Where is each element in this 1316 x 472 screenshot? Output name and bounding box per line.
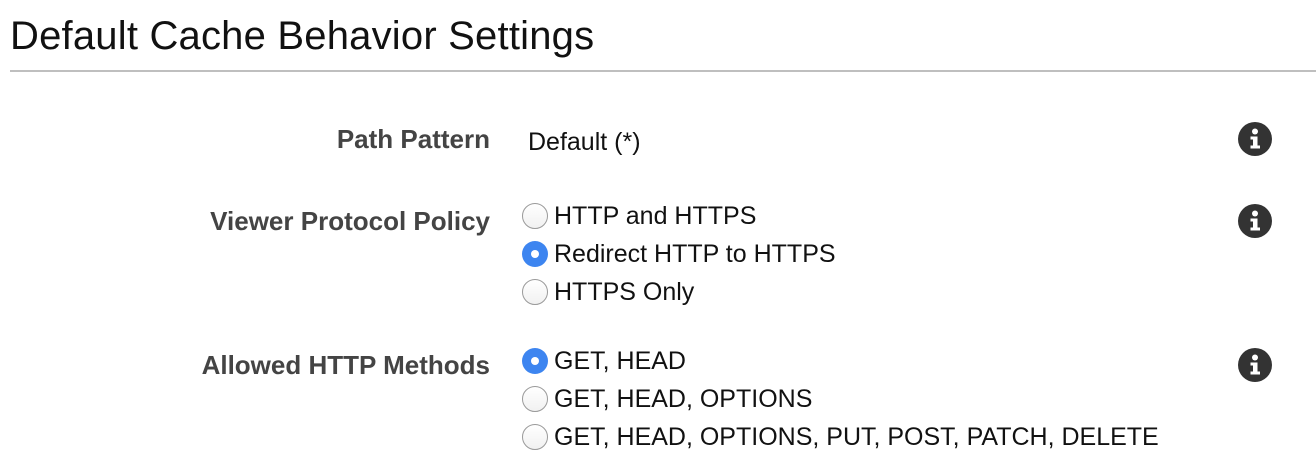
radio-button-selected[interactable] bbox=[522, 348, 548, 374]
radio-label: Redirect HTTP to HTTPS bbox=[554, 239, 836, 268]
section-title: Default Cache Behavior Settings bbox=[10, 14, 595, 58]
radio-button[interactable] bbox=[522, 203, 548, 229]
viewer-protocol-policy-radio-group: HTTP and HTTPS Redirect HTTP to HTTPS HT… bbox=[522, 197, 836, 311]
radio-label: HTTPS Only bbox=[554, 277, 695, 306]
radio-button[interactable] bbox=[522, 386, 548, 412]
radio-label: GET, HEAD, OPTIONS bbox=[554, 384, 813, 413]
path-pattern-info-icon[interactable] bbox=[1238, 122, 1272, 156]
radio-option-get-head[interactable]: GET, HEAD bbox=[522, 342, 1159, 380]
radio-button[interactable] bbox=[522, 424, 548, 450]
radio-option-redirect-http-to-https[interactable]: Redirect HTTP to HTTPS bbox=[522, 235, 836, 273]
radio-button[interactable] bbox=[522, 279, 548, 305]
radio-button-selected[interactable] bbox=[522, 241, 548, 267]
allowed-http-methods-radio-group: GET, HEAD GET, HEAD, OPTIONS GET, HEAD, … bbox=[522, 342, 1159, 456]
path-pattern-value: Default (*) bbox=[528, 128, 641, 156]
radio-option-https-only[interactable]: HTTPS Only bbox=[522, 273, 836, 311]
radio-option-all-methods[interactable]: GET, HEAD, OPTIONS, PUT, POST, PATCH, DE… bbox=[522, 418, 1159, 456]
allowed-http-methods-info-icon[interactable] bbox=[1238, 348, 1272, 382]
radio-label: GET, HEAD, OPTIONS, PUT, POST, PATCH, DE… bbox=[554, 422, 1159, 451]
viewer-protocol-policy-info-icon[interactable] bbox=[1238, 204, 1272, 238]
allowed-http-methods-label: Allowed HTTP Methods bbox=[201, 350, 490, 380]
path-pattern-label: Path Pattern bbox=[336, 124, 490, 154]
radio-option-get-head-options[interactable]: GET, HEAD, OPTIONS bbox=[522, 380, 1159, 418]
radio-label: HTTP and HTTPS bbox=[554, 201, 757, 230]
radio-label: GET, HEAD bbox=[554, 346, 686, 375]
viewer-protocol-policy-label: Viewer Protocol Policy bbox=[210, 206, 490, 236]
section-divider bbox=[10, 70, 1316, 72]
radio-option-http-and-https[interactable]: HTTP and HTTPS bbox=[522, 197, 836, 235]
